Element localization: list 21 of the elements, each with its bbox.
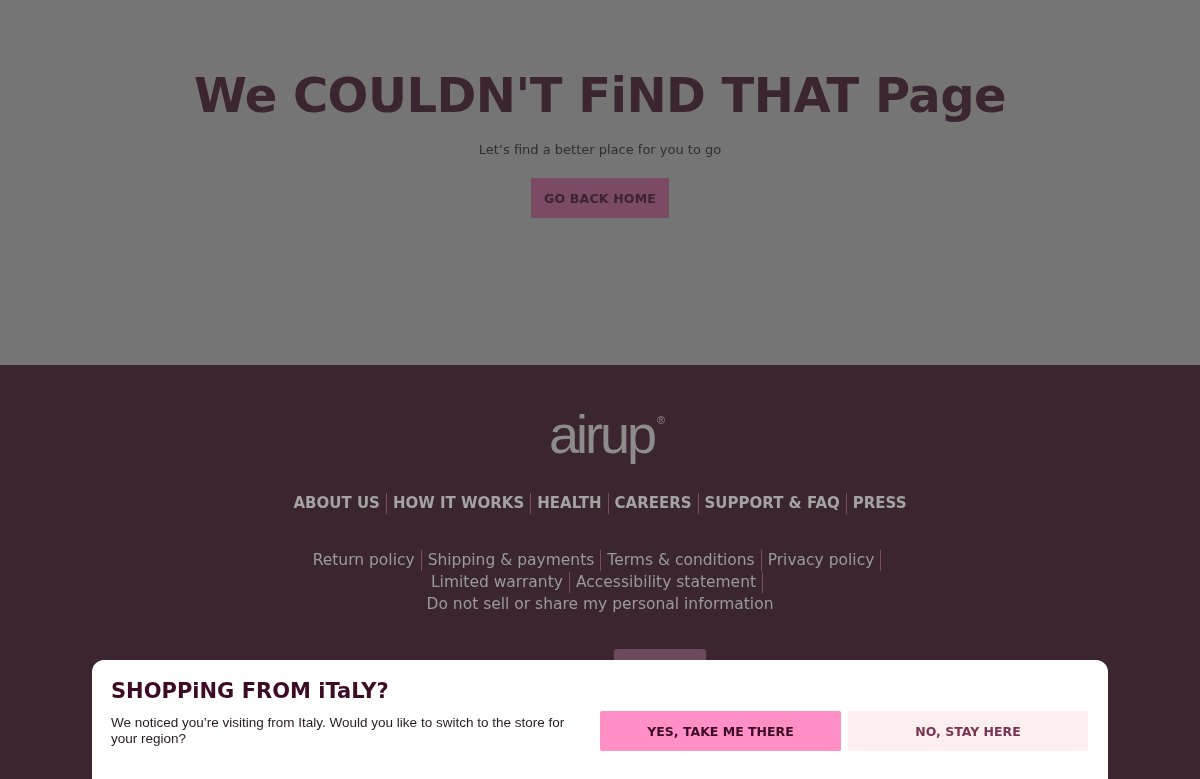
switch-store-button[interactable]: YES, TAKE ME THERE [600,711,841,751]
stay-button[interactable]: NO, STAY HERE [848,711,1088,751]
legal-link[interactable]: Return policy [312,549,415,571]
footer-nav-link[interactable]: HOW IT WORKS [392,492,525,514]
footer-nav-link[interactable]: CAREERS [614,492,692,514]
subtitle: Let’s find a better place for you to go [478,142,722,158]
legal-link[interactable]: Shipping & payments [427,549,595,571]
legal-link[interactable]: Privacy policy [767,549,875,571]
legal-link[interactable]: Accessibility statement [575,571,757,593]
footer-button[interactable] [614,649,706,661]
dialog-message: We noticed you’re visiting from Italy. Would you like to switch to the store for your region? [111,715,566,747]
footer-nav-link[interactable]: HEALTH [537,492,602,514]
legal-link[interactable]: Do not sell or share my personal information [426,593,774,615]
footer-nav-link[interactable]: ABOUT US [293,492,380,514]
dialog-title: SHOPPiNG FROM iTaLY? [111,678,390,704]
footer-nav-link[interactable]: SUPPORT & FAQ [704,492,840,514]
legal-link[interactable]: Limited warranty [430,571,563,593]
page-heading: We COULDN'T FiND THAT Page [193,66,1007,125]
footer-nav-link[interactable]: PRESS [852,492,907,514]
brand-logo[interactable]: airup$^{®}$ [534,405,666,463]
legal-link[interactable]: Terms & conditions [607,549,755,571]
